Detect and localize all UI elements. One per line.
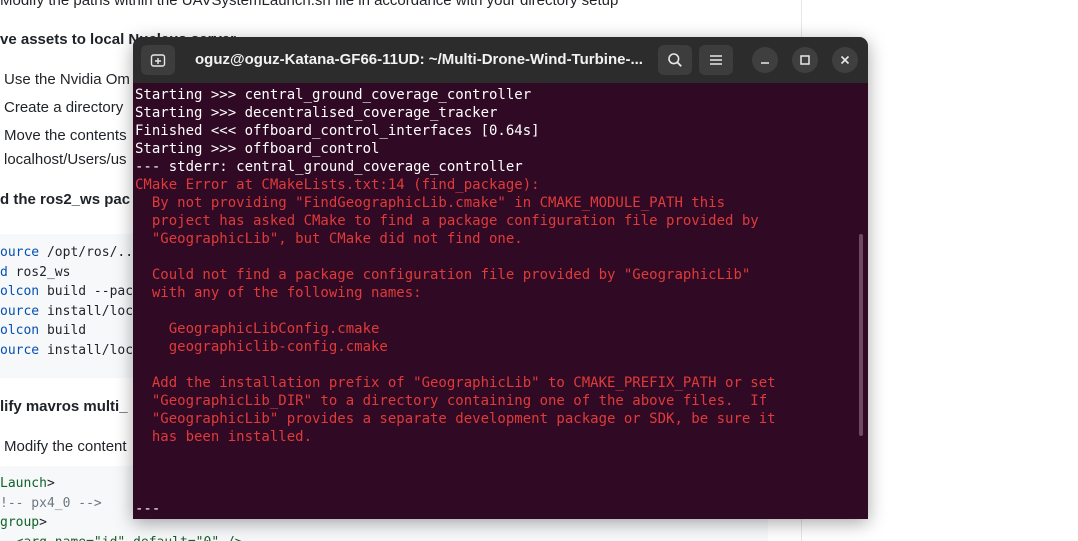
terminal-window[interactable]: oguz@oguz-Katana-GF66-11UD: ~/Multi-Dron…	[133, 37, 868, 519]
terminal-line: "GeographicLib", but CMake did not find …	[135, 231, 523, 247]
terminal-line: "GeographicLib_DIR" to a directory conta…	[135, 393, 768, 409]
terminal-line: has been installed.	[135, 429, 313, 445]
terminal-line: GeographicLibConfig.cmake	[135, 321, 380, 337]
terminal-line: geographiclib-config.cmake	[135, 339, 388, 355]
maximize-button[interactable]	[792, 47, 818, 73]
doc-heading-mavros: lify mavros multi_	[0, 398, 128, 415]
code-keyword: ource	[0, 303, 40, 319]
search-button[interactable]	[658, 45, 692, 75]
code-line: olcon build	[0, 321, 86, 340]
terminal-line: --- stderr: central_ground_coverage_cont…	[135, 159, 523, 175]
doc-bullet-modify: Modify the content	[4, 438, 127, 455]
terminal-line: CMake Error at CMakeLists.txt:14 (find_p…	[135, 177, 540, 193]
maximize-icon	[800, 55, 810, 65]
minimize-icon	[761, 62, 769, 64]
new-tab-icon	[150, 54, 166, 67]
code-rest: ros2_ws	[7, 264, 71, 280]
code-punct: >	[39, 515, 47, 530]
code-line: <arg name="id" default="0" />	[0, 533, 243, 541]
terminal-line: Failed <<< central_ground_coverage_contr…	[135, 518, 767, 519]
doc-link-path[interactable]: localhost/Users/us	[4, 151, 127, 169]
terminal-scrollbar[interactable]	[859, 234, 863, 436]
code-tag: group	[0, 515, 40, 530]
new-tab-button[interactable]	[141, 45, 175, 75]
code-rest: install/loc	[39, 343, 134, 358]
close-icon	[840, 55, 850, 65]
doc-bullet-3: Move the contents	[4, 127, 127, 144]
code-line: ource install/loc	[0, 341, 133, 360]
code-tag: <arg name="id" default="0" />	[0, 535, 243, 541]
terminal-line: ---	[135, 501, 161, 517]
terminal-output[interactable]: Starting >>> central_ground_coverage_con…	[135, 86, 855, 519]
terminal-line: project has asked CMake to find a packag…	[135, 213, 759, 229]
code-keyword: olcon	[0, 323, 40, 339]
doc-instruction-line: Modify the paths within the UAVSystemLau…	[0, 0, 619, 9]
terminal-line: Starting >>> offboard_control	[135, 141, 380, 157]
code-line: olcon build --pac	[0, 282, 133, 301]
code-rest: install/loc	[39, 303, 134, 319]
code-rest: build	[39, 323, 87, 339]
close-button[interactable]	[832, 47, 858, 73]
code-line: !-- px4_0 -->	[0, 494, 102, 513]
terminal-line: Finished <<< offboard_control_interfaces…	[135, 123, 540, 139]
terminal-line: Could not find a package configuration f…	[135, 267, 751, 283]
code-keyword: d	[0, 264, 8, 280]
code-rest: build --pac	[39, 284, 134, 300]
doc-bullet-2: Create a directory	[4, 99, 124, 116]
terminal-line: with any of the following names:	[135, 285, 422, 301]
hamburger-menu-icon	[710, 55, 722, 65]
terminal-line: Starting >>> central_ground_coverage_con…	[135, 87, 532, 103]
terminal-line: "GeographicLib" provides a separate deve…	[135, 411, 776, 427]
code-keyword: olcon	[0, 284, 40, 300]
minimize-button[interactable]	[752, 47, 778, 73]
terminal-line: Starting >>> decentralised_coverage_trac…	[135, 105, 498, 121]
doc-heading-build: d the ros2_ws pac	[0, 191, 131, 208]
code-punct: >	[46, 476, 55, 491]
terminal-titlebar[interactable]: oguz@oguz-Katana-GF66-11UD: ~/Multi-Dron…	[133, 37, 868, 83]
terminal-line: By not providing "FindGeographicLib.cmak…	[135, 195, 726, 211]
code-line: Launch>	[0, 474, 55, 493]
code-line: group>	[0, 513, 47, 532]
code-keyword: ource	[0, 343, 40, 358]
code-rest: /opt/ros/..	[39, 245, 134, 260]
code-line: ource install/loc	[0, 302, 133, 321]
code-line: ource /opt/ros/..	[0, 243, 133, 262]
code-line: d ros2_ws	[0, 263, 70, 282]
doc-bullet-1: Use the Nvidia Om	[4, 71, 130, 88]
code-keyword: ource	[0, 245, 40, 260]
search-icon	[668, 53, 682, 67]
menu-button[interactable]	[699, 45, 733, 75]
code-tag: Launch	[0, 476, 47, 491]
doc-heading-assets-text: ve assets to local N	[0, 31, 140, 48]
terminal-line: Add the installation prefix of "Geograph…	[135, 375, 776, 391]
window-title: oguz@oguz-Katana-GF66-11UD: ~/Multi-Dron…	[195, 51, 643, 68]
code-tag: !-- px4_0 -->	[0, 495, 102, 511]
